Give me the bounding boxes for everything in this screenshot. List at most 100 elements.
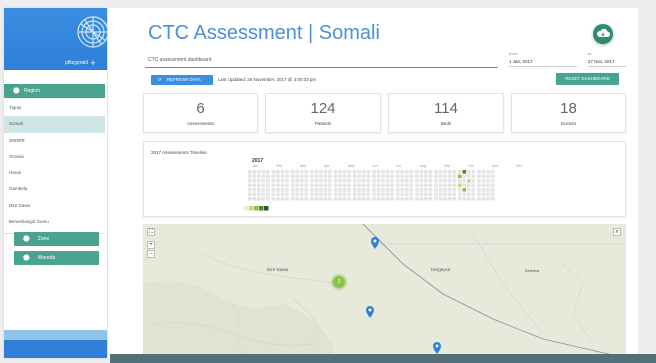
timeline-day-cell[interactable] xyxy=(438,192,443,197)
timeline-day-cell[interactable] xyxy=(353,192,357,197)
timeline-day-cell[interactable] xyxy=(424,197,428,201)
timeline-day-cell[interactable] xyxy=(490,183,495,188)
timeline-day-cell[interactable] xyxy=(462,188,467,192)
timeline-day-cell[interactable] xyxy=(285,179,289,183)
fullscreen-icon[interactable]: ⛶ xyxy=(147,228,155,236)
timeline-day-cell[interactable] xyxy=(347,179,351,183)
timeline-day-cell[interactable] xyxy=(295,197,299,201)
timeline-day-cell[interactable] xyxy=(347,197,351,201)
timeline-day-cell[interactable] xyxy=(257,197,261,201)
timeline-day-cell[interactable] xyxy=(248,183,252,188)
timeline-day-cell[interactable] xyxy=(372,188,376,192)
timeline-day-cell[interactable] xyxy=(419,188,424,192)
timeline-day-cell[interactable] xyxy=(385,170,390,174)
timeline-day-cell[interactable] xyxy=(385,192,390,197)
timeline-day-cell[interactable] xyxy=(477,192,481,197)
timeline-day-cell[interactable] xyxy=(319,192,323,197)
timeline-day-cell[interactable] xyxy=(481,192,486,197)
timeline-day-cell[interactable] xyxy=(400,197,404,201)
timeline-day-cell[interactable] xyxy=(486,174,490,179)
timeline-day-cell[interactable] xyxy=(467,188,471,192)
timeline-day-cell[interactable] xyxy=(477,170,481,174)
timeline-day-cell[interactable] xyxy=(342,192,347,197)
timeline-day-cell[interactable] xyxy=(261,179,266,183)
timeline-day-cell[interactable] xyxy=(353,170,357,174)
timeline-day-cell[interactable] xyxy=(319,188,323,192)
timeline-day-cell[interactable] xyxy=(486,183,490,188)
timeline-day-cell[interactable] xyxy=(362,174,366,179)
timeline-day-cell[interactable] xyxy=(452,188,456,192)
search-icon[interactable]: ⌕ xyxy=(613,228,621,236)
timeline-day-cell[interactable] xyxy=(271,170,276,174)
timeline-day-cell[interactable] xyxy=(458,197,462,201)
timeline-day-cell[interactable] xyxy=(428,179,433,183)
region-item-beneshangul-gumu[interactable]: Beneshangul Gumu xyxy=(4,214,105,230)
timeline-day-cell[interactable] xyxy=(357,179,362,183)
timeline-day-cell[interactable] xyxy=(252,179,257,183)
region-item-tigray[interactable]: Tigray xyxy=(4,100,105,116)
timeline-day-cell[interactable] xyxy=(409,183,413,188)
timeline-day-cell[interactable] xyxy=(434,197,438,201)
region-item-dire-dawa[interactable]: Dire Dawa xyxy=(4,198,105,214)
timeline-day-cell[interactable] xyxy=(266,197,270,201)
timeline-day-cell[interactable] xyxy=(458,179,462,183)
timeline-day-cell[interactable] xyxy=(266,179,270,183)
timeline-day-cell[interactable] xyxy=(276,188,280,192)
timeline-day-cell[interactable] xyxy=(248,174,252,179)
timeline-day-cell[interactable] xyxy=(347,188,351,192)
region-item-snnpr[interactable]: SNNPR xyxy=(4,133,105,149)
timeline-day-cell[interactable] xyxy=(323,179,328,183)
timeline-day-cell[interactable] xyxy=(419,174,424,179)
timeline-day-cell[interactable] xyxy=(490,188,495,192)
timeline-day-cell[interactable] xyxy=(400,188,404,192)
timeline-day-cell[interactable] xyxy=(390,183,394,188)
timeline-day-cell[interactable] xyxy=(452,179,456,183)
region-item-harari[interactable]: Harari xyxy=(4,165,105,181)
timeline-day-cell[interactable] xyxy=(486,170,490,174)
timeline-day-cell[interactable] xyxy=(424,174,428,179)
timeline-day-cell[interactable] xyxy=(271,197,276,201)
timeline-day-cell[interactable] xyxy=(415,183,419,188)
timeline-day-cell[interactable] xyxy=(285,188,289,192)
timeline-day-cell[interactable] xyxy=(376,188,381,192)
timeline-day-cell[interactable] xyxy=(248,192,252,197)
timeline-day-cell[interactable] xyxy=(323,197,328,201)
timeline-day-cell[interactable] xyxy=(409,192,413,197)
timeline-day-cell[interactable] xyxy=(395,179,400,183)
timeline-day-cell[interactable] xyxy=(342,197,347,201)
timeline-day-cell[interactable] xyxy=(481,179,486,183)
timeline-day-cell[interactable] xyxy=(347,170,351,174)
timeline-day-cell[interactable] xyxy=(381,192,385,197)
timeline-day-cell[interactable] xyxy=(362,179,366,183)
timeline-day-cell[interactable] xyxy=(477,197,481,201)
timeline-day-cell[interactable] xyxy=(438,174,443,179)
timeline-day-cell[interactable] xyxy=(304,174,308,179)
timeline-day-cell[interactable] xyxy=(285,174,289,179)
timeline-day-cell[interactable] xyxy=(381,183,385,188)
timeline-day-cell[interactable] xyxy=(276,174,280,179)
timeline-day-cell[interactable] xyxy=(424,170,428,174)
timeline-day-cell[interactable] xyxy=(261,174,266,179)
timeline-day-cell[interactable] xyxy=(333,197,338,201)
timeline-day-cell[interactable] xyxy=(362,197,366,201)
timeline-day-cell[interactable] xyxy=(295,192,299,197)
timeline-day-cell[interactable] xyxy=(257,188,261,192)
timeline-day-cell[interactable] xyxy=(428,192,433,197)
timeline-day-cell[interactable] xyxy=(415,188,419,192)
timeline-day-cell[interactable] xyxy=(347,174,351,179)
timeline-day-cell[interactable] xyxy=(477,179,481,183)
timeline-day-cell[interactable] xyxy=(328,174,332,179)
timeline-day-cell[interactable] xyxy=(447,174,452,179)
timeline-day-cell[interactable] xyxy=(248,188,252,192)
timeline-day-cell[interactable] xyxy=(338,170,342,174)
timeline-day-cell[interactable] xyxy=(266,192,270,197)
timeline-day-cell[interactable] xyxy=(304,170,308,174)
timeline-day-cell[interactable] xyxy=(434,179,438,183)
timeline-day-cell[interactable] xyxy=(310,188,314,192)
timeline-day-cell[interactable] xyxy=(295,174,299,179)
timeline-day-cell[interactable] xyxy=(419,183,424,188)
timeline-day-cell[interactable] xyxy=(280,197,285,201)
timeline-day-cell[interactable] xyxy=(486,197,490,201)
timeline-day-cell[interactable] xyxy=(338,174,342,179)
timeline-day-cell[interactable] xyxy=(481,188,486,192)
